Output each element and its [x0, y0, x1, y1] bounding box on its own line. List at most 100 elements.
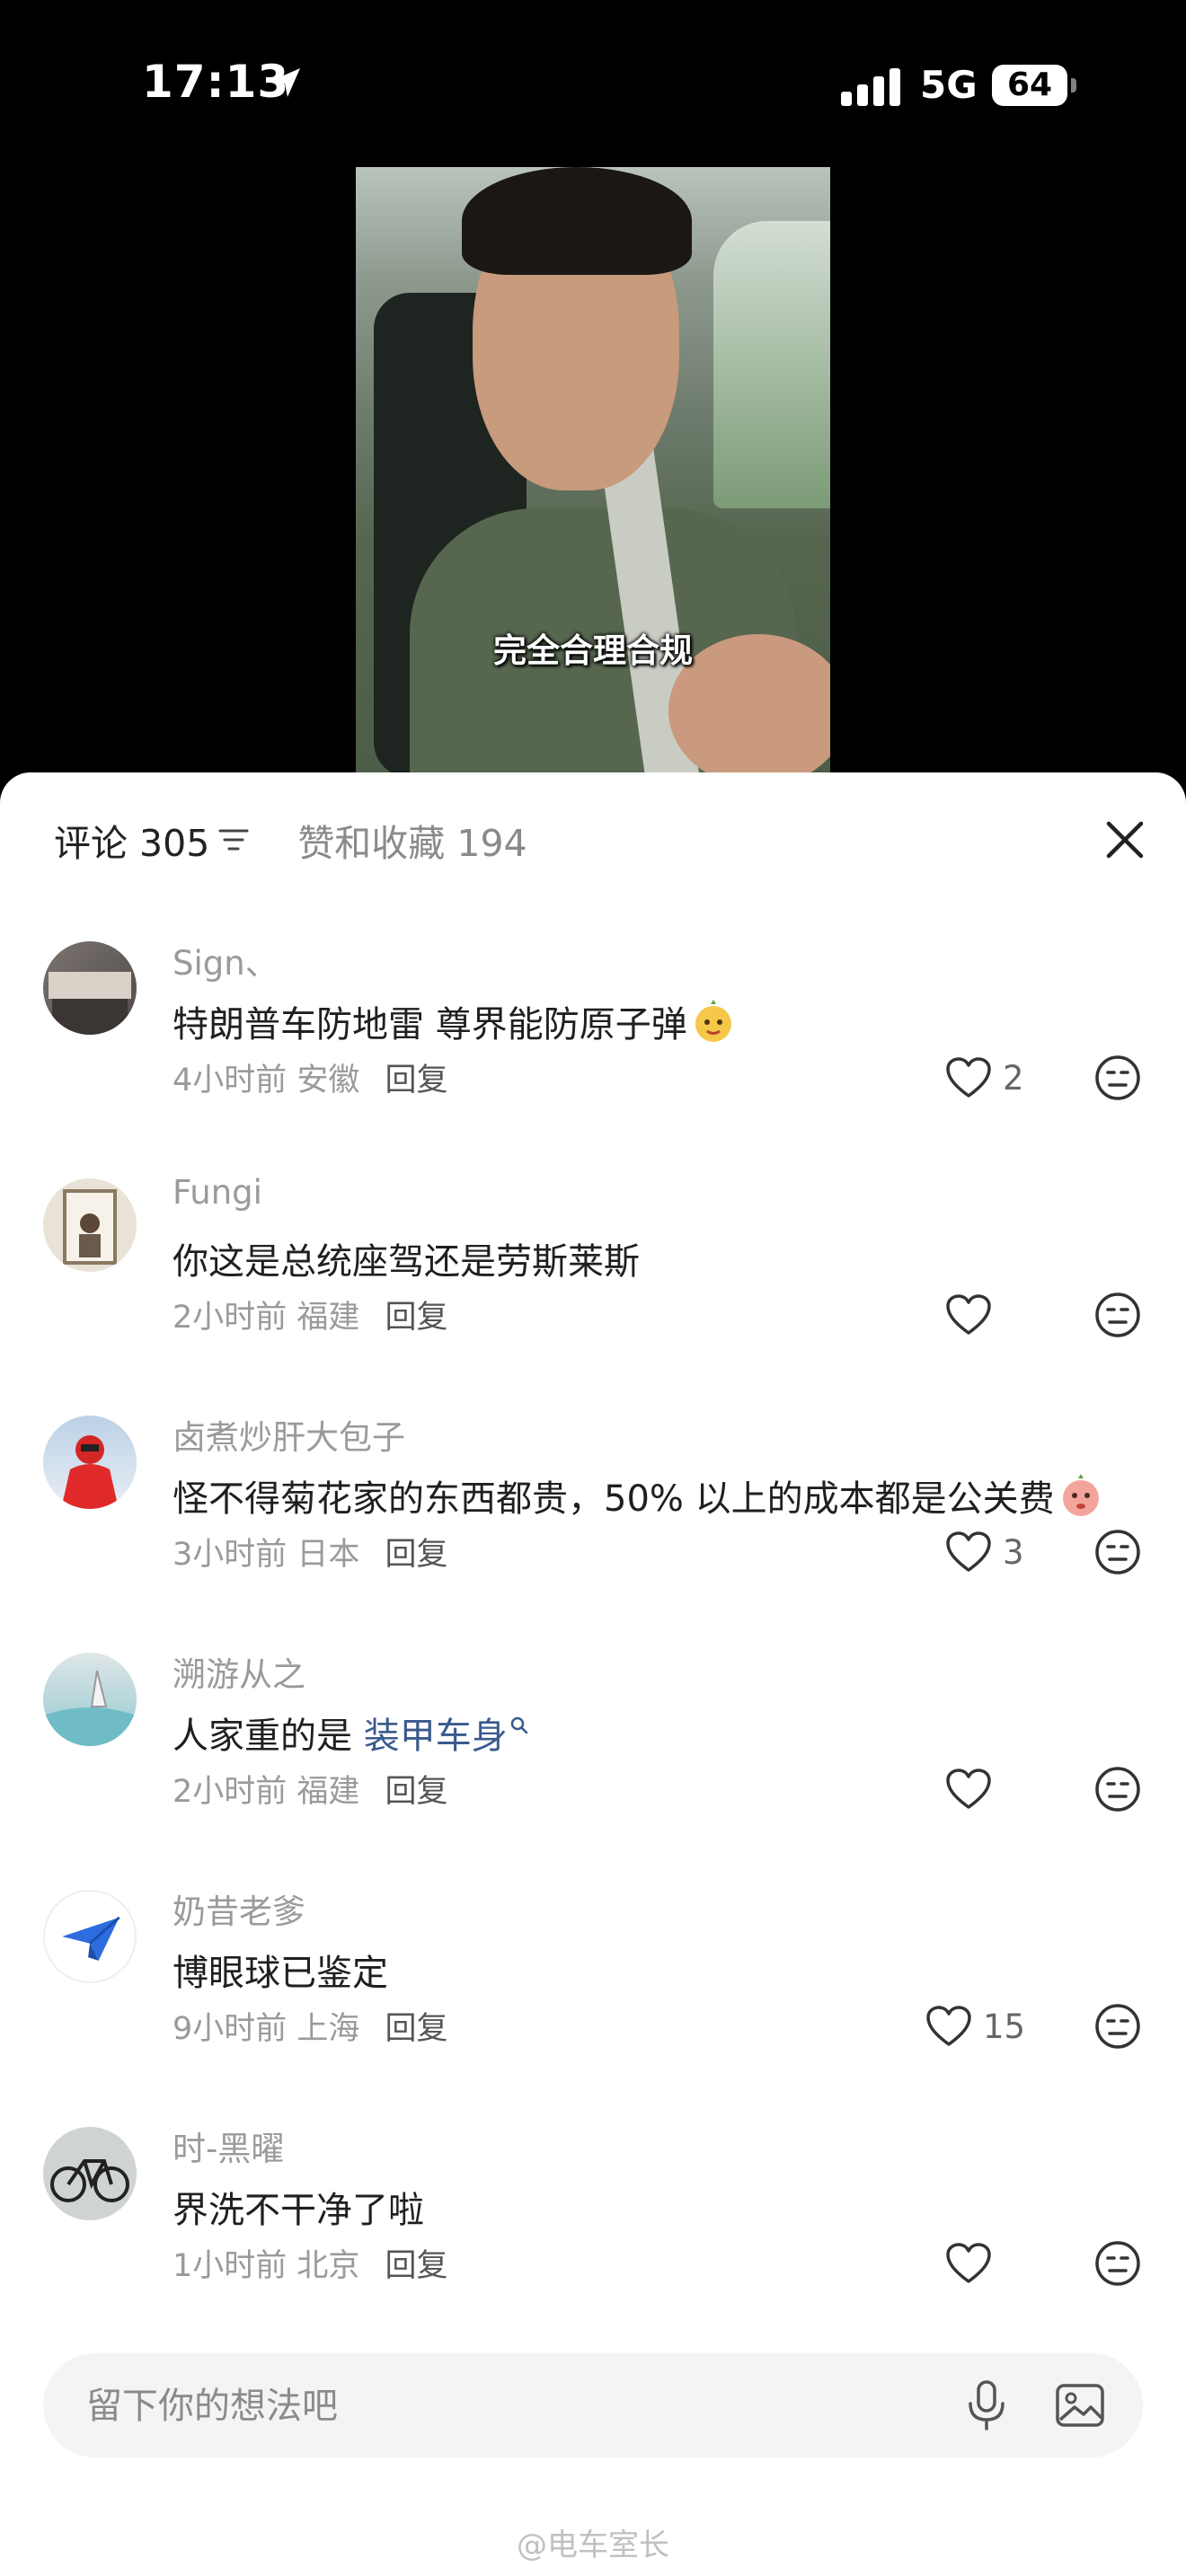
- avatar[interactable]: [43, 2127, 137, 2220]
- close-icon[interactable]: [1098, 808, 1152, 871]
- sort-filter-icon[interactable]: [218, 826, 249, 853]
- like-button[interactable]: 3: [945, 1527, 1024, 1577]
- comment-location: 北京: [296, 2248, 360, 2284]
- battery-icon: 64: [992, 65, 1067, 106]
- comment-author[interactable]: Sign、: [173, 936, 279, 984]
- tab-likes-count: 194: [456, 822, 527, 865]
- comment-sheet: 评论 305 赞和收藏 194 Sign、 特朗普车防地雷 尊界能防原子弹 4小…: [0, 772, 1186, 2576]
- comment-author[interactable]: 卤煮炒肝大包子: [173, 1410, 405, 1459]
- comment-meta: 4小时前 安徽 回复: [173, 1054, 447, 1100]
- like-button[interactable]: [945, 1290, 1003, 1340]
- comment-item: 奶昔老爹 博眼球已鉴定 9小时前 上海 回复 15: [0, 1890, 1186, 2096]
- comment-item: 时-黑曜 界洗不干净了啦 1小时前 北京 回复: [0, 2127, 1186, 2333]
- avatar[interactable]: [43, 1653, 137, 1746]
- comment-time: 3小时前: [173, 1537, 288, 1573]
- video-car-window: [713, 221, 830, 508]
- comment-author[interactable]: 奶昔老爹: [173, 1884, 305, 1933]
- comment-text: 界洗不干净了啦: [173, 2190, 424, 2231]
- bicycle-icon: [50, 2159, 129, 2202]
- tab-likes-favorites[interactable]: 赞和收藏 194: [297, 813, 527, 867]
- comment-meta: 2小时前 福建 回复: [173, 1292, 447, 1337]
- avatar-image: [49, 972, 131, 1035]
- comment-text: 博眼球已鉴定: [173, 1953, 388, 1994]
- battery-cap: [1071, 78, 1076, 93]
- avatar-image: [61, 1435, 119, 1509]
- like-count: 15: [983, 2007, 1026, 2046]
- reply-button[interactable]: 回复: [385, 1774, 447, 1810]
- search-icon[interactable]: [509, 1716, 529, 1735]
- reply-button[interactable]: 回复: [385, 1537, 447, 1573]
- comment-meta: 3小时前 日本 回复: [173, 1529, 447, 1575]
- reply-button[interactable]: 回复: [385, 1300, 447, 1336]
- reaction-face-icon[interactable]: [1093, 1527, 1143, 1577]
- comment-meta: 2小时前 福建 回复: [173, 1766, 447, 1812]
- heart-icon: [926, 2006, 971, 2046]
- avatar[interactable]: [43, 1178, 137, 1272]
- tab-comments-label: 评论: [54, 822, 128, 865]
- comment-meta: 9小时前 上海 回复: [173, 2003, 447, 2049]
- signal-icon: [841, 66, 902, 106]
- comment-time: 9小时前: [173, 2011, 288, 2047]
- comment-meta: 1小时前 北京 回复: [173, 2240, 447, 2286]
- reply-button[interactable]: 回复: [385, 2248, 447, 2284]
- microphone-icon[interactable]: [961, 2378, 1012, 2432]
- avatar[interactable]: [43, 1416, 137, 1509]
- search-link[interactable]: 装甲车身: [364, 1716, 508, 1757]
- video-player[interactable]: 完全合理合规: [356, 167, 830, 778]
- comment-text-body: 人家重的是: [173, 1716, 364, 1757]
- video-person-hair: [462, 167, 692, 275]
- comment-location: 上海: [296, 2011, 360, 2047]
- status-bar: 17:13 5G 64: [0, 0, 1186, 171]
- comment-input-bar: [43, 2353, 1143, 2457]
- reaction-face-icon[interactable]: [1093, 2001, 1143, 2051]
- comment-location: 福建: [296, 1300, 360, 1336]
- reply-button[interactable]: 回复: [385, 1063, 447, 1098]
- comment-author[interactable]: Fungi: [173, 1173, 262, 1212]
- comment-time: 1小时前: [173, 2248, 288, 2284]
- avatar-image: [43, 1670, 137, 1746]
- comment-location: 日本: [296, 1537, 360, 1573]
- comment-author[interactable]: 时-黑曜: [173, 2122, 284, 2170]
- like-count: 3: [1003, 1532, 1024, 1572]
- comment-input[interactable]: [84, 2371, 897, 2441]
- face-emoji-icon: [695, 1000, 731, 1042]
- video-subtitle: 完全合理合规: [493, 631, 693, 670]
- reaction-face-icon[interactable]: [1093, 2238, 1143, 2289]
- reaction-face-icon[interactable]: [1093, 1053, 1143, 1103]
- comment-item: Sign、 特朗普车防地雷 尊界能防原子弹 4小时前 安徽 回复 2: [0, 941, 1186, 1148]
- tab-likes-label: 赞和收藏: [297, 822, 446, 865]
- comment-location: 福建: [296, 1774, 360, 1810]
- comment-text: 特朗普车防地雷 尊界能防原子弹: [173, 995, 736, 1047]
- comment-item: 溯游从之 人家重的是 装甲车身 2小时前 福建 回复: [0, 1653, 1186, 1859]
- comment-tabs: 评论 305 赞和收藏 194: [54, 808, 527, 871]
- battery-level: 64: [1006, 66, 1053, 103]
- like-button[interactable]: 15: [925, 2001, 1025, 2051]
- paper-plane-icon: [62, 1916, 120, 1961]
- avatar[interactable]: [43, 941, 137, 1035]
- comment-time: 4小时前: [173, 1063, 288, 1098]
- heart-icon: [946, 1769, 991, 1809]
- comment-item: Fungi 你这是总统座驾还是劳斯莱斯 2小时前 福建 回复: [0, 1173, 1186, 1385]
- image-picker-icon[interactable]: [1053, 2378, 1107, 2432]
- like-button[interactable]: 2: [945, 1053, 1024, 1103]
- comment-time: 2小时前: [173, 1774, 288, 1810]
- reply-button[interactable]: 回复: [385, 2011, 447, 2047]
- comment-text-body: 特朗普车防地雷 尊界能防原子弹: [173, 1004, 687, 1045]
- comment-text: 人家重的是 装甲车身: [173, 1707, 529, 1759]
- face-emoji-icon: [1062, 1474, 1099, 1516]
- tab-comments-count: 305: [139, 822, 210, 865]
- comment-time: 2小时前: [173, 1300, 288, 1336]
- like-button[interactable]: [945, 1764, 1003, 1814]
- like-button[interactable]: [945, 2238, 1003, 2289]
- heart-icon: [946, 1057, 991, 1098]
- comment-author[interactable]: 溯游从之: [173, 1647, 305, 1696]
- heart-icon: [946, 2243, 991, 2283]
- comment-text: 你这是总统座驾还是劳斯莱斯: [173, 1241, 640, 1283]
- avatar[interactable]: [43, 1890, 137, 1983]
- reaction-face-icon[interactable]: [1093, 1290, 1143, 1340]
- tab-comments[interactable]: 评论 305: [54, 813, 209, 867]
- reaction-face-icon[interactable]: [1093, 1764, 1143, 1814]
- heart-icon: [946, 1294, 991, 1335]
- heart-icon: [946, 1531, 991, 1572]
- network-label: 5G: [920, 63, 978, 107]
